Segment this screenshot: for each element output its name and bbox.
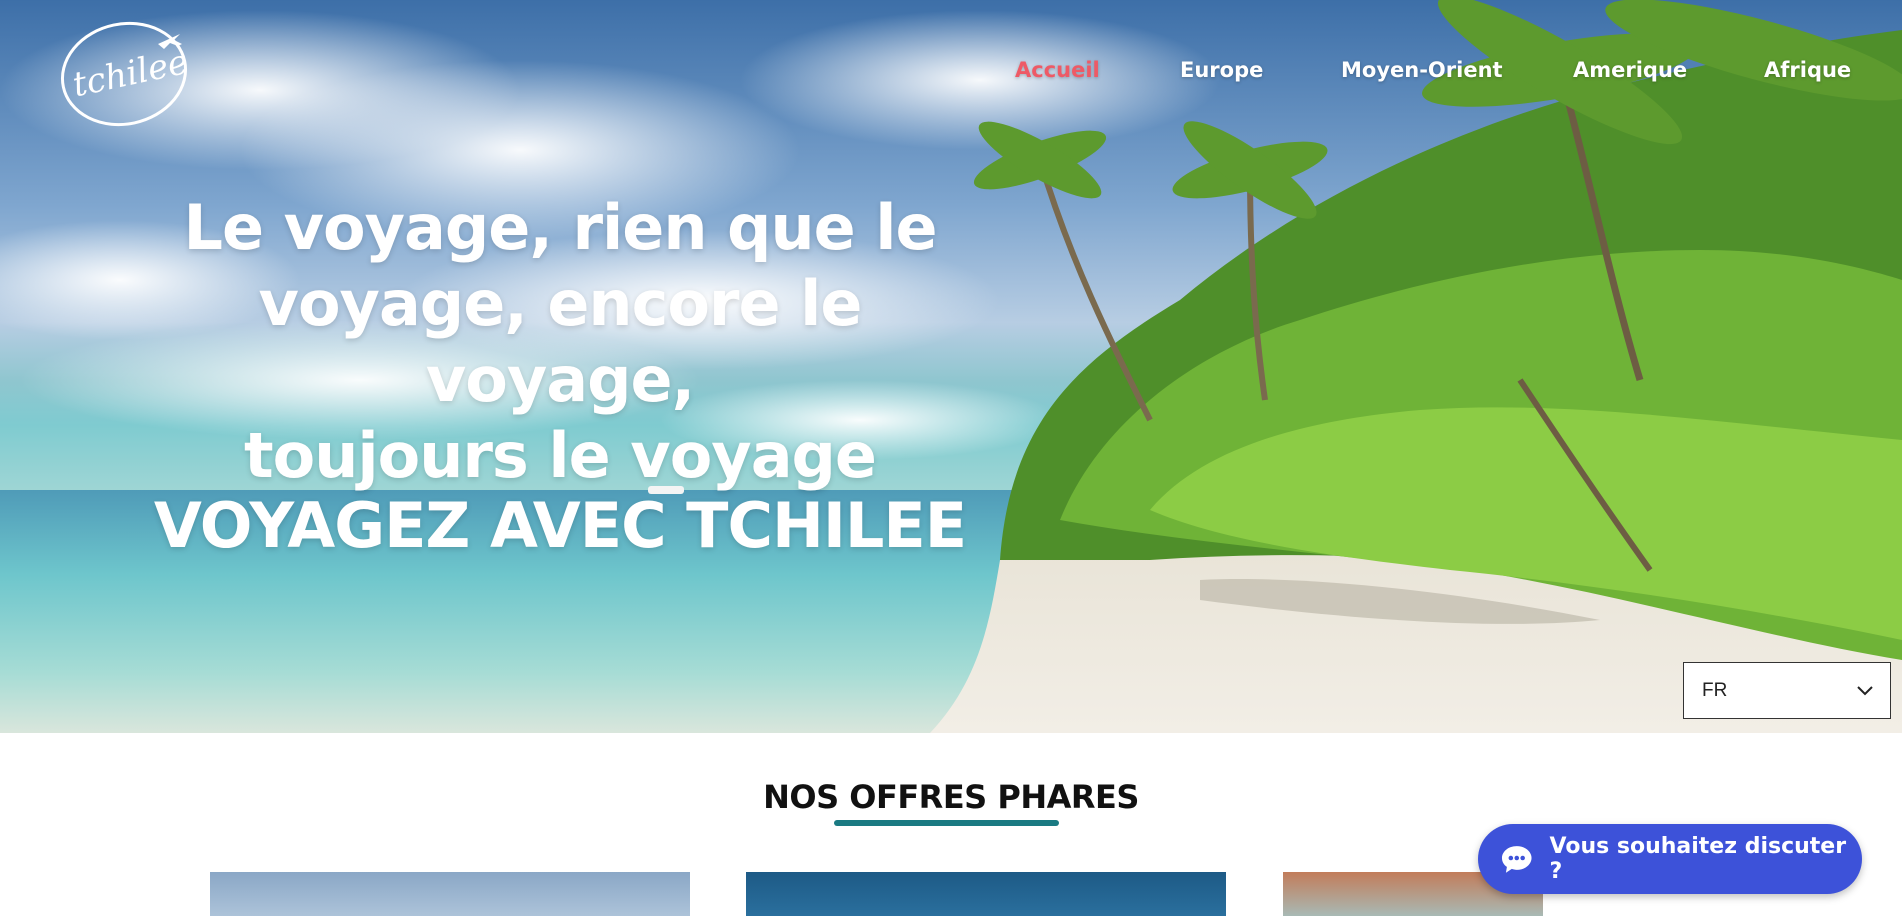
offer-card[interactable] — [746, 872, 1226, 916]
chat-button-label: Vous souhaitez discuter ? — [1549, 834, 1847, 884]
offers-title-underline — [834, 820, 1059, 826]
hero-banner: tchilee Accueil Europe Moyen-Orient Amer… — [0, 0, 1902, 733]
hero-headline-line: toujours le voyage — [243, 419, 877, 492]
hero-headline-line: Le voyage, rien que le — [183, 191, 937, 264]
language-select[interactable]: FR — [1683, 662, 1891, 719]
main-nav: Accueil Europe Moyen-Orient Amerique Afr… — [0, 58, 1902, 88]
offers-section-title: NOS OFFRES PHARES — [763, 778, 1139, 816]
hero-subheadline: VOYAGEZ AVEC TCHILEE — [153, 489, 967, 562]
nav-item-accueil[interactable]: Accueil — [1015, 58, 1100, 82]
language-selected-value: FR — [1702, 679, 1728, 701]
nav-item-moyen-orient[interactable]: Moyen-Orient — [1341, 58, 1503, 82]
nav-item-afrique[interactable]: Afrique — [1764, 58, 1851, 82]
offer-card[interactable] — [210, 872, 690, 916]
nav-item-amerique[interactable]: Amerique — [1573, 58, 1687, 82]
nav-item-europe[interactable]: Europe — [1180, 58, 1263, 82]
chat-button[interactable]: Vous souhaitez discuter ? — [1478, 824, 1862, 894]
chat-bubble-icon — [1501, 846, 1532, 873]
hero-headline: Le voyage, rien que le voyage, encore le… — [120, 190, 1000, 494]
chevron-down-icon — [1857, 686, 1873, 696]
hero-headline-line: voyage, encore le voyage, — [258, 267, 863, 416]
